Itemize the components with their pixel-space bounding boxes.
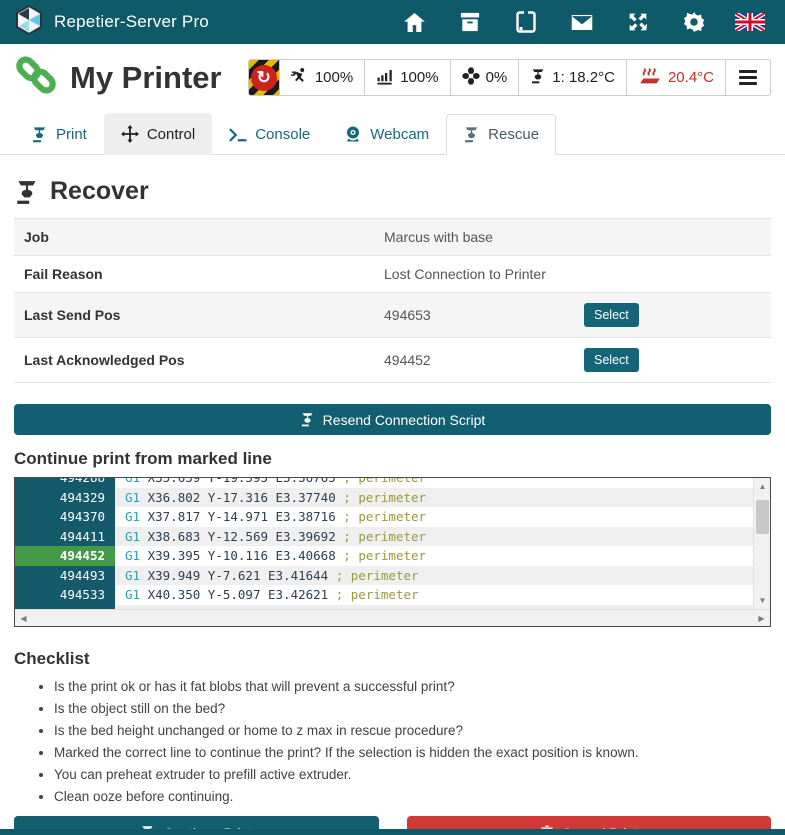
checklist-item: Is the print ok or has it fat blobs that…: [54, 679, 771, 694]
flow-value: 100%: [400, 69, 438, 86]
line-number: 494370: [15, 507, 115, 527]
vertical-scrollbar[interactable]: ▲ ▼: [753, 478, 770, 609]
resend-button-label: Resend Connection Script: [323, 412, 486, 428]
recover-title: Recover: [50, 177, 149, 206]
rescue-panel: Recover Job Marcus with base Fail Reason…: [0, 155, 785, 835]
fan-value: 0%: [486, 69, 508, 86]
row-value: Lost Connection to Printer: [374, 256, 574, 293]
speed-status[interactable]: 100%: [279, 60, 364, 95]
tab-control[interactable]: Control: [104, 113, 212, 155]
checklist-item: Is the bed height unchanged or home to z…: [54, 723, 771, 738]
gcode-line-selected[interactable]: 494452 G1 X39.395 Y-10.116 E3.40668 ; pe…: [15, 546, 753, 566]
line-number: 494329: [15, 488, 115, 508]
connection-link-icon: [14, 54, 58, 101]
tab-rescue-label: Rescue: [488, 126, 539, 143]
gcode-line[interactable]: 494329 G1 X36.802 Y-17.316 E3.37740 ; pe…: [15, 488, 753, 508]
fan-status[interactable]: 0%: [450, 60, 519, 95]
gcode-line[interactable]: 494288 G1 X35.639 Y-19.595 E3.36765 ; pe…: [15, 478, 753, 488]
gcode-line[interactable]: 494411 G1 X38.683 Y-12.569 E3.39692 ; pe…: [15, 527, 753, 547]
printer-menu-button[interactable]: [725, 60, 770, 95]
scroll-left-icon[interactable]: ◀: [15, 610, 32, 627]
gcode-line[interactable]: 494370 G1 X37.817 Y-14.971 E3.38716 ; pe…: [15, 507, 753, 527]
flow-status[interactable]: 100%: [364, 60, 449, 95]
printer-header: My Printer ↻ 100% 100% 0% 1:: [0, 44, 785, 109]
row-label: Job: [14, 219, 374, 256]
gcode-line[interactable]: 494533 G1 X40.350 Y-5.097 E3.42621 ; per…: [15, 585, 753, 605]
language-flag-icon[interactable]: [729, 7, 771, 37]
line-number: 494452: [15, 546, 115, 566]
scroll-right-icon[interactable]: ▶: [753, 610, 770, 627]
printer-name: My Printer: [70, 60, 222, 96]
speed-value: 100%: [315, 69, 353, 86]
fullscreen-icon[interactable]: [617, 7, 659, 37]
line-number: 494288: [15, 478, 115, 488]
speed-icon: [291, 67, 309, 89]
gcode-line[interactable]: 494493 G1 X39.949 Y-7.621 E3.41644 ; per…: [15, 566, 753, 586]
extruder-temp-value: 1: 18.2°C: [552, 69, 615, 86]
row-label: Fail Reason: [14, 256, 374, 293]
table-row: Last Send Pos 494653 Select: [14, 293, 771, 338]
emergency-stop-button[interactable]: ↻: [249, 60, 279, 95]
checklist-item: You can preheat extruder to prefill acti…: [54, 767, 771, 782]
emergency-stop-icon: ↻: [251, 65, 277, 91]
tab-control-label: Control: [147, 126, 195, 143]
table-row: Last Acknowledged Pos 494452 Select: [14, 338, 771, 383]
printers-icon[interactable]: [449, 7, 491, 37]
row-value: Marcus with base: [374, 219, 574, 256]
table-row: Fail Reason Lost Connection to Printer: [14, 256, 771, 293]
tab-webcam[interactable]: Webcam: [327, 113, 446, 155]
printer-tabs: Print Control Console Webcam Rescue: [0, 113, 785, 155]
row-label: Last Acknowledged Pos: [14, 338, 374, 383]
checklist-heading: Checklist: [14, 649, 771, 669]
tab-print-label: Print: [56, 126, 87, 143]
gcode-line-list: 494288 G1 X35.639 Y-19.595 E3.36765 ; pe…: [14, 477, 771, 627]
brand[interactable]: Repetier-Server Pro: [14, 5, 209, 40]
recover-heading: Recover: [14, 169, 771, 218]
horizontal-scrollbar[interactable]: ◀ ▶: [15, 609, 770, 626]
line-number: 494411: [15, 527, 115, 547]
table-row: Job Marcus with base: [14, 219, 771, 256]
select-last-send-button[interactable]: Select: [584, 303, 639, 327]
row-value: 494653: [374, 293, 574, 338]
row-label: Last Send Pos: [14, 293, 374, 338]
tab-webcam-label: Webcam: [370, 126, 429, 143]
checklist-item: Clean ooze before continuing.: [54, 789, 771, 804]
vertical-scroll-thumb[interactable]: [756, 500, 769, 534]
models-icon[interactable]: [505, 7, 547, 37]
tab-console[interactable]: Console: [212, 114, 327, 155]
repetier-logo-icon: [14, 5, 44, 40]
tab-rescue[interactable]: Rescue: [446, 114, 556, 155]
tab-print[interactable]: Print: [14, 114, 104, 155]
extruder-temp-status[interactable]: 1: 18.2°C: [518, 60, 626, 95]
scroll-up-icon[interactable]: ▲: [754, 478, 771, 495]
printer-status-bar: ↻ 100% 100% 0% 1: 18.2°C: [248, 59, 771, 96]
checklist: Is the print ok or has it fat blobs that…: [14, 679, 771, 804]
row-value: 494452: [374, 338, 574, 383]
gcode-viewport[interactable]: 494288 G1 X35.639 Y-19.595 E3.36765 ; pe…: [15, 478, 753, 609]
select-last-ack-button[interactable]: Select: [584, 348, 639, 372]
tab-console-label: Console: [255, 126, 310, 143]
scroll-down-icon[interactable]: ▼: [754, 592, 771, 609]
home-icon[interactable]: [393, 7, 435, 37]
navbar-icons: [393, 7, 771, 37]
recover-table: Job Marcus with base Fail Reason Lost Co…: [14, 218, 771, 383]
line-number: 494533: [15, 585, 115, 605]
brand-title: Repetier-Server Pro: [54, 12, 209, 32]
messages-icon[interactable]: [561, 7, 603, 37]
bed-temp-value: 20.4°C: [668, 69, 714, 86]
gcode-section-title: Continue print from marked line: [14, 449, 771, 469]
line-number: 494493: [15, 566, 115, 586]
fan-icon: [462, 67, 480, 89]
bed-temp-status[interactable]: 20.4°C: [626, 60, 725, 95]
flow-icon: [376, 67, 394, 89]
top-navbar: Repetier-Server Pro: [0, 0, 785, 44]
extruder-icon: [530, 68, 546, 88]
checklist-item: Is the object still on the bed?: [54, 701, 771, 716]
heated-bed-icon: [638, 67, 662, 89]
checklist-item: Marked the correct line to continue the …: [54, 745, 771, 760]
resend-connection-script-button[interactable]: Resend Connection Script: [14, 404, 771, 435]
settings-gear-icon[interactable]: [673, 7, 715, 37]
footer-bar: [0, 829, 785, 835]
